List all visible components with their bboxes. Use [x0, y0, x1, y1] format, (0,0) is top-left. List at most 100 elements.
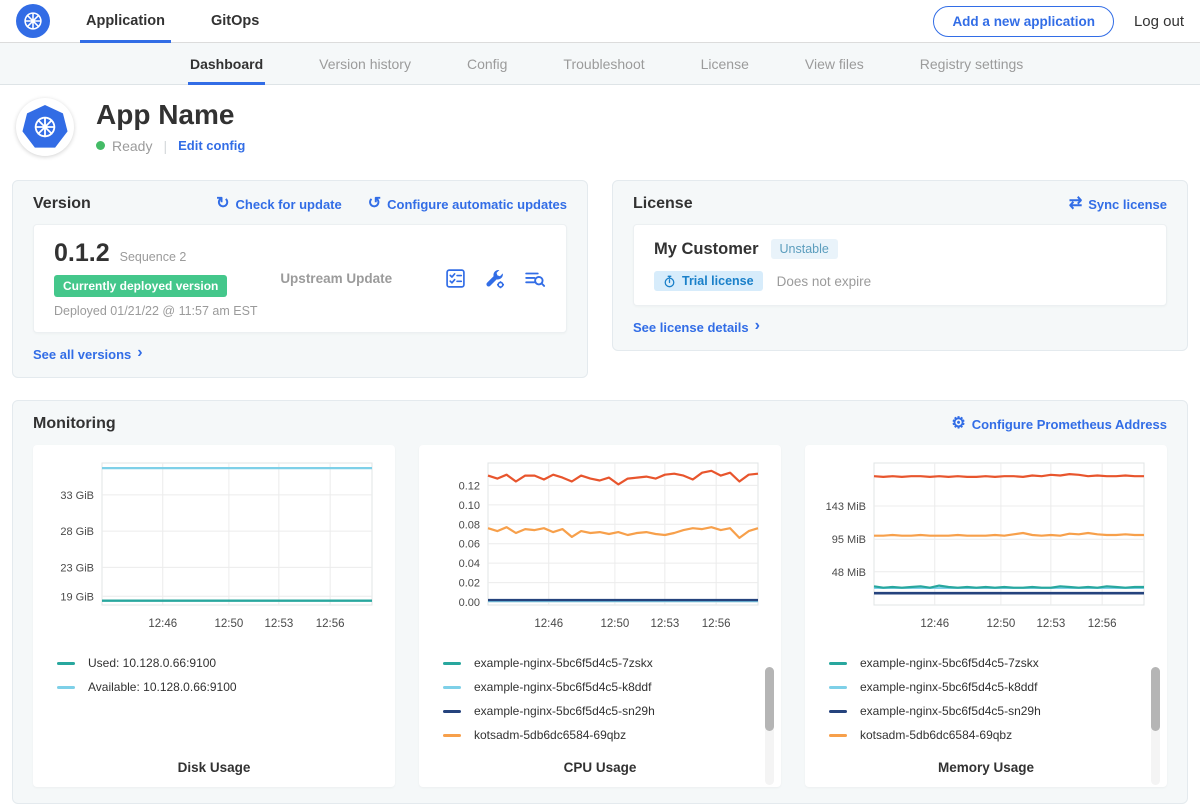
legend-item: example-nginx-5bc6f5d4c5-k8ddf: [829, 680, 1153, 694]
preflight-checks-icon[interactable]: [445, 268, 466, 289]
legend-scrollbar[interactable]: [765, 667, 774, 785]
deployed-timestamp: Deployed 01/21/22 @ 11:57 am EST: [54, 304, 280, 318]
logout-link[interactable]: Log out: [1134, 13, 1184, 30]
topnav-tab-application[interactable]: Application: [80, 0, 171, 42]
view-logs-icon[interactable]: [524, 268, 546, 290]
version-card-title: Version: [33, 195, 91, 213]
legend-color-dash: [829, 662, 847, 665]
svg-text:0.10: 0.10: [459, 500, 480, 512]
legend-item: example-nginx-5bc6f5d4c5-sn29h: [829, 704, 1153, 718]
upstream-update-label: Upstream Update: [280, 271, 445, 286]
legend-label: example-nginx-5bc6f5d4c5-sn29h: [474, 704, 655, 718]
subnav-tab-view-files[interactable]: View files: [803, 43, 866, 84]
subnav-tab-registry-settings[interactable]: Registry settings: [918, 43, 1025, 84]
legend-item: example-nginx-5bc6f5d4c5-7zskx: [829, 656, 1153, 670]
svg-text:12:56: 12:56: [702, 618, 731, 630]
see-license-details-link[interactable]: See license details ›: [633, 318, 760, 336]
svg-text:12:50: 12:50: [215, 618, 244, 630]
add-application-button[interactable]: Add a new application: [933, 6, 1114, 37]
svg-text:12:56: 12:56: [1088, 618, 1117, 630]
legend-label: Available: 10.128.0.66:9100: [88, 680, 237, 694]
legend-label: example-nginx-5bc6f5d4c5-7zskx: [860, 656, 1039, 670]
monitoring-title: Monitoring: [33, 415, 116, 433]
svg-text:48 MiB: 48 MiB: [832, 567, 866, 579]
legend-label: example-nginx-5bc6f5d4c5-k8ddf: [860, 680, 1037, 694]
chevron-right-icon: ›: [755, 317, 760, 335]
subnav-tab-config[interactable]: Config: [465, 43, 509, 84]
app-logo: [16, 98, 74, 156]
edit-config-link[interactable]: Edit config: [178, 138, 245, 153]
svg-text:0.04: 0.04: [459, 558, 480, 570]
svg-text:12:46: 12:46: [920, 618, 949, 630]
subnav-tab-troubleshoot[interactable]: Troubleshoot: [561, 43, 646, 84]
legend-label: example-nginx-5bc6f5d4c5-sn29h: [860, 704, 1041, 718]
gear-icon: ⚙: [951, 416, 965, 432]
legend-color-dash: [57, 662, 75, 665]
cpu-usage-plot: 0.000.020.040.060.080.100.1212:4612:5012…: [427, 453, 773, 652]
legend-item: kotsadm-5db6dc6584-69qbz: [829, 728, 1153, 742]
chart-title: Disk Usage: [41, 752, 387, 775]
configure-prometheus-link[interactable]: ⚙ Configure Prometheus Address: [951, 416, 1167, 432]
chart-title: Memory Usage: [813, 752, 1159, 775]
sync-arrows-icon: ⇄: [1069, 196, 1082, 212]
monitoring-card: Monitoring ⚙ Configure Prometheus Addres…: [12, 400, 1188, 804]
topnav-tabs: Application GitOps: [80, 0, 299, 42]
configure-automatic-updates-link[interactable]: ↺ Configure automatic updates: [368, 196, 567, 212]
legend-color-dash: [443, 734, 461, 737]
svg-text:0.02: 0.02: [459, 578, 480, 590]
version-card: Version ↻ Check for update ↺ Configure a…: [12, 180, 588, 378]
sequence-label: Sequence 2: [120, 250, 187, 264]
chart-legend: example-nginx-5bc6f5d4c5-7zskx example-ng…: [829, 656, 1153, 752]
svg-text:12:50: 12:50: [987, 618, 1016, 630]
legend-item: Used: 10.128.0.66:9100: [57, 656, 381, 670]
svg-text:12:46: 12:46: [534, 618, 563, 630]
app-name-title: App Name: [96, 100, 245, 131]
subnav-tab-license[interactable]: License: [699, 43, 751, 84]
legend-item: Available: 10.128.0.66:9100: [57, 680, 381, 694]
svg-text:95 MiB: 95 MiB: [832, 534, 866, 546]
legend-label: example-nginx-5bc6f5d4c5-7zskx: [474, 656, 653, 670]
legend-scrollbar-thumb[interactable]: [765, 667, 774, 731]
svg-text:12:53: 12:53: [1036, 618, 1065, 630]
memory-usage-plot: 48 MiB95 MiB143 MiB12:4612:5012:5312:56: [813, 453, 1159, 652]
disk-usage-plot: 19 GiB23 GiB28 GiB33 GiB12:4612:5012:531…: [41, 453, 387, 652]
legend-color-dash: [829, 734, 847, 737]
license-card-title: License: [633, 195, 693, 213]
kubernetes-logo-icon: [16, 4, 50, 38]
license-card: License ⇄ Sync license My Customer Unsta…: [612, 180, 1188, 351]
topnav-tab-gitops[interactable]: GitOps: [205, 0, 265, 42]
config-wrench-icon[interactable]: [484, 268, 506, 290]
cpu-usage-chart-card: 0.000.020.040.060.080.100.1212:4612:5012…: [419, 445, 781, 787]
memory-usage-chart-card: 48 MiB95 MiB143 MiB12:4612:5012:5312:56e…: [805, 445, 1167, 787]
svg-text:12:50: 12:50: [601, 618, 630, 630]
version-number: 0.1.2: [54, 239, 110, 268]
svg-text:33 GiB: 33 GiB: [60, 490, 94, 502]
legend-item: example-nginx-5bc6f5d4c5-sn29h: [443, 704, 767, 718]
legend-scrollbar[interactable]: [1151, 667, 1160, 785]
chart-legend: example-nginx-5bc6f5d4c5-7zskx example-ng…: [443, 656, 767, 752]
svg-text:12:56: 12:56: [316, 618, 345, 630]
check-for-update-link[interactable]: ↻ Check for update: [216, 196, 342, 212]
svg-text:12:46: 12:46: [148, 618, 177, 630]
svg-text:23 GiB: 23 GiB: [60, 562, 94, 574]
sync-license-link[interactable]: ⇄ Sync license: [1069, 196, 1167, 212]
legend-color-dash: [443, 710, 461, 713]
legend-item: example-nginx-5bc6f5d4c5-k8ddf: [443, 680, 767, 694]
status-text: Ready: [112, 138, 152, 154]
legend-color-dash: [829, 686, 847, 689]
legend-label: kotsadm-5db6dc6584-69qbz: [474, 728, 626, 742]
channel-badge: Unstable: [771, 239, 838, 259]
subnav-tab-version-history[interactable]: Version history: [317, 43, 413, 84]
svg-text:0.12: 0.12: [459, 480, 480, 492]
see-all-versions-link[interactable]: See all versions ›: [33, 345, 143, 363]
legend-label: example-nginx-5bc6f5d4c5-k8ddf: [474, 680, 651, 694]
subnav-tab-dashboard[interactable]: Dashboard: [188, 43, 265, 84]
currently-deployed-badge: Currently deployed version: [54, 275, 227, 297]
status-dot: [96, 141, 105, 150]
legend-color-dash: [57, 686, 75, 689]
top-nav: ApplicationGitOps Add a new application …: [0, 0, 1200, 43]
svg-text:0.00: 0.00: [459, 597, 480, 609]
legend-scrollbar-thumb[interactable]: [1151, 667, 1160, 731]
license-type-badge: Trial license: [654, 271, 763, 291]
divider: |: [163, 138, 167, 154]
